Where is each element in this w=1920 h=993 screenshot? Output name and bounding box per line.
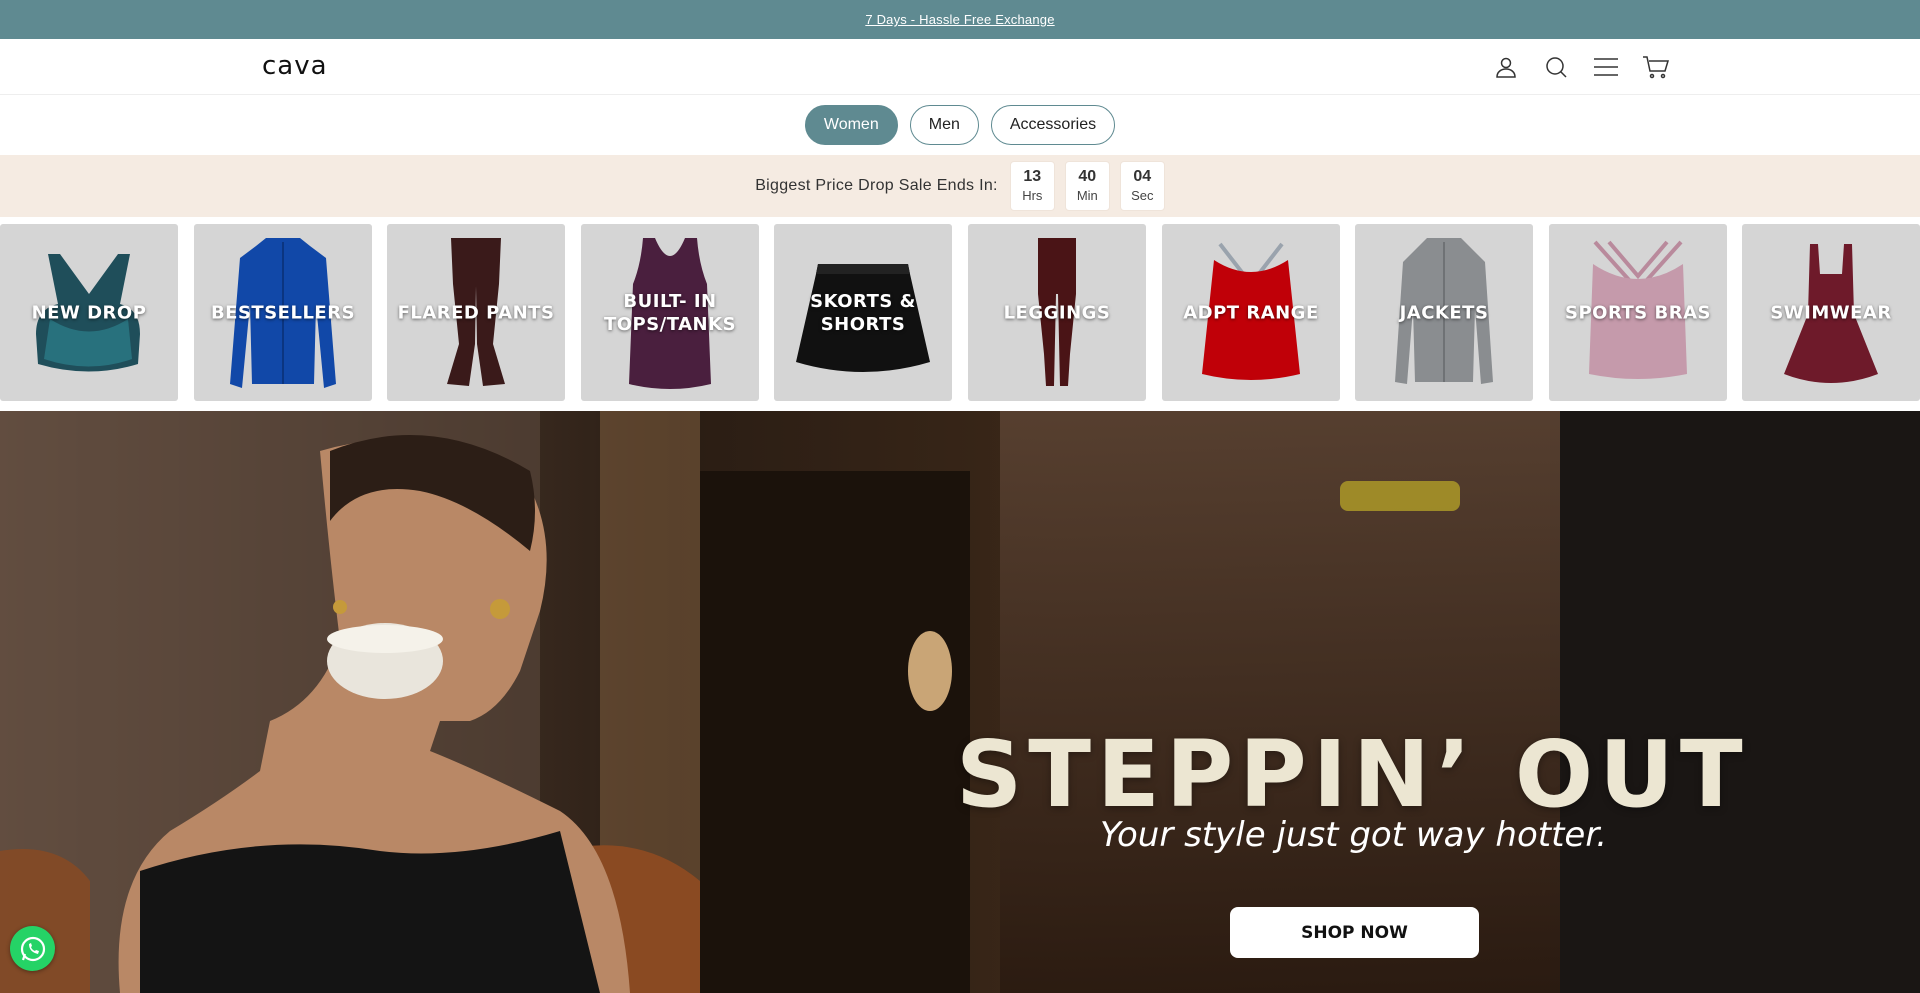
announcement-bar: 7 Days - Hassle Free Exchange (0, 0, 1920, 39)
header-icons (1492, 53, 1670, 81)
sale-countdown: Biggest Price Drop Sale Ends In: 13 Hrs … (0, 155, 1920, 217)
category-leggings[interactable]: LEGGINGS (968, 224, 1146, 401)
category-built-in-tops-tanks[interactable]: BUILT- IN TOPS/TANKS (581, 224, 759, 401)
account-icon[interactable] (1492, 53, 1520, 81)
category-jackets[interactable]: JACKETS (1355, 224, 1533, 401)
category-label: NEW DROP (31, 302, 147, 323)
category-new-drop[interactable]: NEW DROP (0, 224, 178, 401)
hero-banner: STEPPIN’ OUT Your style just got way hot… (0, 411, 1920, 993)
tab-accessories[interactable]: Accessories (990, 105, 1116, 145)
announcement-link[interactable]: 7 Days - Hassle Free Exchange (865, 12, 1054, 27)
category-label: BUILT- IN TOPS/TANKS (603, 290, 737, 335)
countdown-label: Biggest Price Drop Sale Ends In: (755, 177, 998, 194)
whatsapp-button[interactable] (10, 926, 55, 971)
category-bestsellers[interactable]: BESTSELLERS (194, 224, 372, 401)
countdown-seconds: 04 Sec (1119, 161, 1165, 211)
countdown-seconds-unit: Sec (1131, 188, 1154, 203)
site-header: cava (0, 39, 1920, 95)
countdown-seconds-value: 04 (1133, 168, 1152, 185)
category-label: LEGGINGS (1003, 302, 1111, 323)
category-sports-bras[interactable]: SPORTS BRAS (1549, 224, 1727, 401)
hero-image (0, 411, 1920, 993)
shop-now-button[interactable]: SHOP NOW (1230, 907, 1479, 958)
category-swimwear[interactable]: SWIMWEAR (1742, 224, 1920, 401)
cart-icon[interactable] (1642, 53, 1670, 81)
hero-title: STEPPIN’ OUT (956, 721, 1749, 828)
countdown-hours: 13 Hrs (1009, 161, 1055, 211)
logo[interactable]: cava (262, 51, 328, 81)
search-icon[interactable] (1542, 53, 1570, 81)
category-label: SPORTS BRAS (1565, 302, 1711, 323)
gender-tabs: Women Men Accessories (0, 95, 1920, 155)
category-label: SWIMWEAR (1770, 302, 1892, 323)
tab-men[interactable]: Men (909, 105, 979, 145)
hero-subtitle: Your style just got way hotter. (1099, 815, 1608, 855)
countdown-minutes: 40 Min (1064, 161, 1110, 211)
category-label: JACKETS (1399, 302, 1489, 323)
category-label: FLARED PANTS (397, 302, 555, 323)
countdown-hours-value: 13 (1023, 168, 1042, 185)
category-adpt-range[interactable]: ADPT RANGE (1162, 224, 1340, 401)
category-label: ADPT RANGE (1183, 302, 1319, 323)
countdown-hours-unit: Hrs (1022, 188, 1043, 203)
whatsapp-icon (20, 936, 45, 961)
category-skorts-shorts[interactable]: SKORTS & SHORTS (774, 224, 952, 401)
category-carousel: NEW DROP BESTSELLERS FLARED PANTS BUILT-… (0, 217, 1920, 404)
category-flared-pants[interactable]: FLARED PANTS (387, 224, 565, 401)
countdown-minutes-unit: Min (1076, 188, 1098, 203)
menu-icon[interactable] (1592, 53, 1620, 81)
countdown-minutes-value: 40 (1078, 168, 1097, 185)
category-label: BESTSELLERS (210, 302, 356, 323)
tab-women[interactable]: Women (804, 105, 898, 145)
category-label: SKORTS & SHORTS (810, 290, 916, 335)
